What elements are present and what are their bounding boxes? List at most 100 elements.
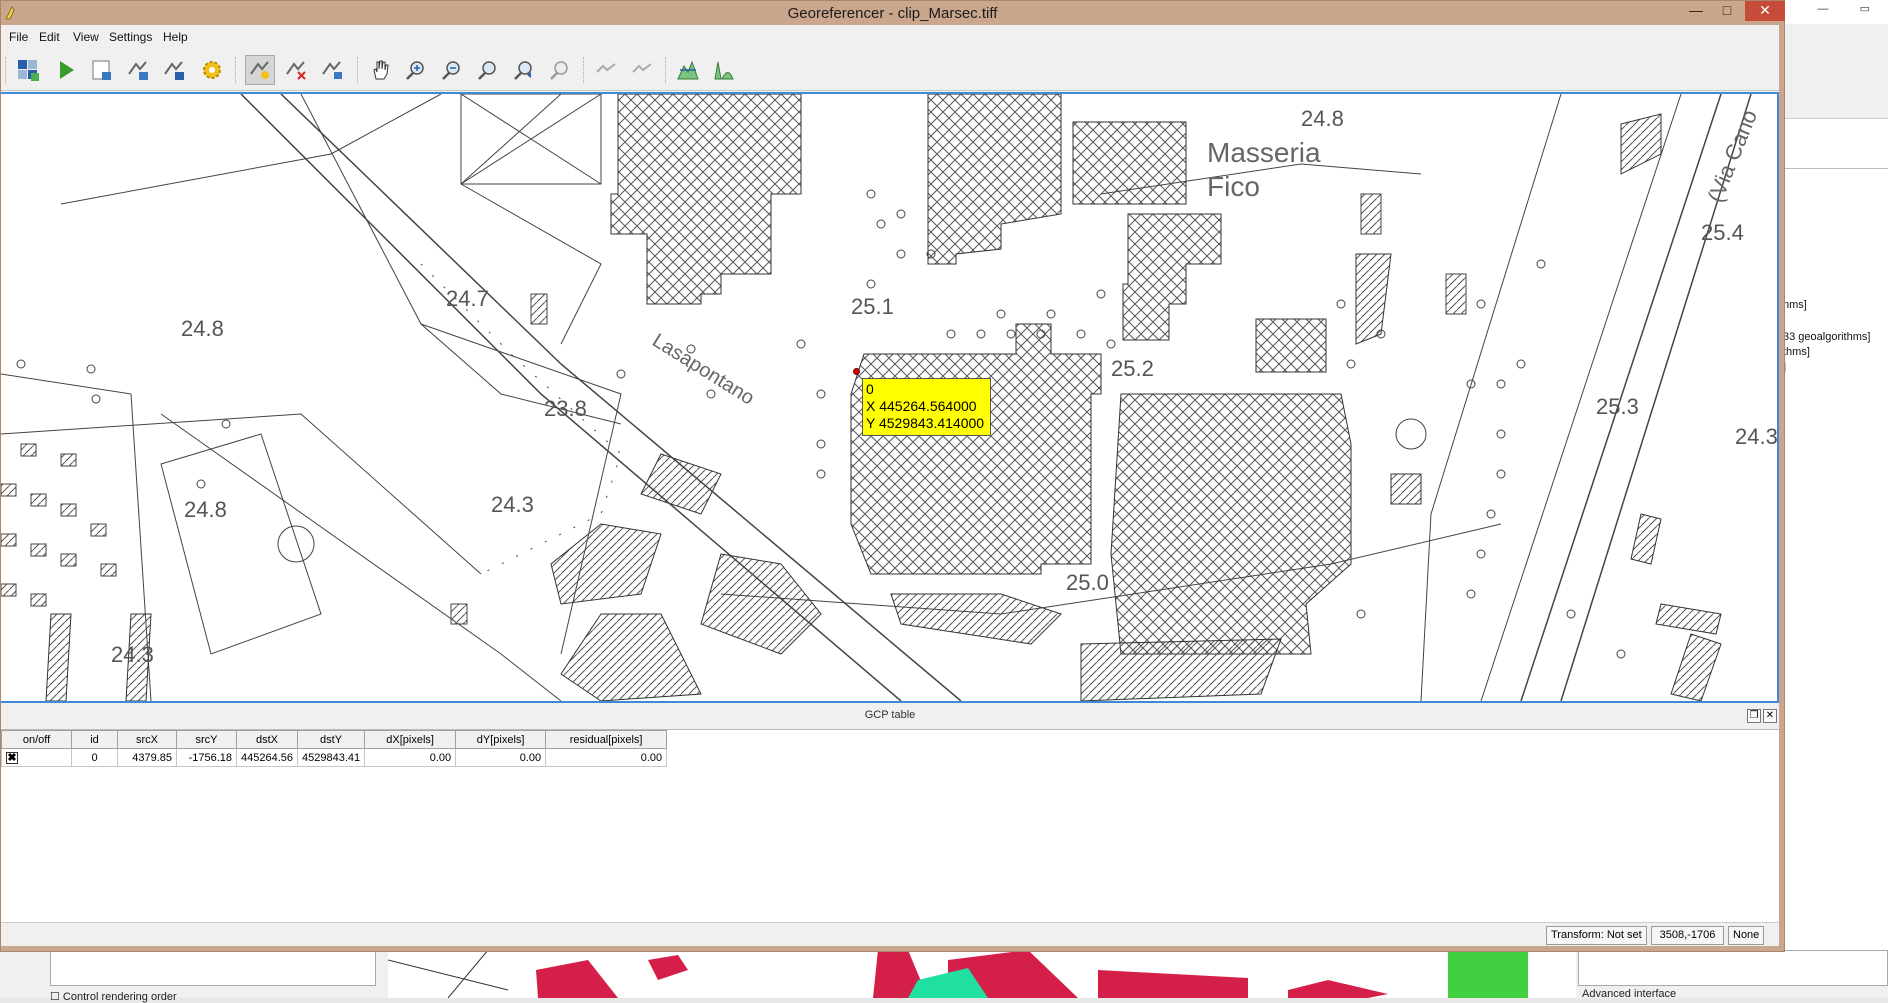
gcp-dsty-cell[interactable]: 4529843.41 bbox=[296, 748, 366, 767]
window-title: Georeferencer - clip_Marsec.tiff bbox=[787, 5, 998, 22]
spot-height-label: 24.8 bbox=[1301, 106, 1344, 131]
building-crosshatch bbox=[927, 94, 1062, 265]
control-rendering-order-label: Control rendering order bbox=[62, 991, 177, 1003]
toolbar-handle[interactable] bbox=[5, 57, 7, 83]
background-processing-tree: nms] 33 geoalgorithms] thms] ] bbox=[1782, 168, 1888, 948]
gcp-srcy-cell[interactable]: -1756.18 bbox=[176, 748, 237, 767]
menu-help[interactable]: Help bbox=[163, 30, 188, 44]
menu-file[interactable]: File bbox=[9, 30, 28, 44]
menu-view[interactable]: View bbox=[73, 30, 99, 44]
column-header-onoff[interactable]: on/off bbox=[1, 730, 72, 749]
building-hatched bbox=[1670, 633, 1722, 701]
spot-height-label: 24.7 bbox=[446, 286, 489, 311]
building-crosshatch bbox=[1110, 393, 1352, 655]
zoom-out-button[interactable] bbox=[437, 55, 467, 85]
coordinate-readout: 3508,-1706 bbox=[1651, 926, 1724, 945]
building-crosshatch bbox=[1255, 318, 1327, 373]
full-histogram-stretch-icon bbox=[677, 60, 699, 80]
column-header-srcy[interactable]: srcY bbox=[176, 730, 237, 749]
background-tree-line[interactable]: 33 geoalgorithms] bbox=[1783, 331, 1870, 343]
background-red-parcel bbox=[648, 955, 688, 980]
generate-gdal-script-button[interactable] bbox=[87, 55, 117, 85]
roundabout-circle bbox=[1395, 418, 1427, 450]
background-red-parcel bbox=[536, 960, 618, 998]
gcp-srcx-cell[interactable]: 4379.85 bbox=[117, 748, 177, 767]
gcp-enabled-checkbox[interactable]: ✖ bbox=[6, 751, 18, 764]
gcp-dstx-cell[interactable]: 445264.56 bbox=[236, 748, 298, 767]
link-georeferencer-to-qgis-button[interactable] bbox=[591, 55, 621, 85]
open-raster-icon bbox=[18, 60, 39, 81]
building-hatched bbox=[700, 553, 822, 655]
building-hatched bbox=[45, 613, 72, 701]
add-point-icon bbox=[250, 61, 269, 79]
gcp-residual-cell[interactable]: 0.00 bbox=[545, 748, 668, 767]
background-right-titlebar: — ▭ bbox=[1782, 0, 1888, 22]
zoom-last-icon bbox=[514, 61, 532, 80]
save-gcp-points-button[interactable] bbox=[159, 55, 189, 85]
load-gcp-points-icon bbox=[128, 61, 148, 80]
open-raster-button[interactable] bbox=[13, 55, 43, 85]
column-header-dy[interactable]: dY[pixels] bbox=[455, 730, 547, 749]
pan-button[interactable] bbox=[365, 55, 395, 85]
background-map-canvas[interactable] bbox=[388, 950, 1576, 998]
background-window-controls[interactable]: — ▭ bbox=[1818, 2, 1884, 15]
zoom-next-button[interactable] bbox=[545, 55, 575, 85]
sports-field bbox=[160, 433, 322, 655]
table-row[interactable]: ✖ 0 4379.85 -1756.18 445264.56 4529843.4… bbox=[1, 748, 668, 767]
gcp-id-cell[interactable]: 0 bbox=[71, 748, 118, 767]
spot-height-label: 25.1 bbox=[851, 294, 894, 319]
delete-point-button[interactable] bbox=[281, 55, 311, 85]
close-button[interactable]: ✕ bbox=[1745, 1, 1785, 21]
control-rendering-order-checkbox[interactable]: ☐ Control rendering order bbox=[50, 990, 177, 1003]
road-line bbox=[160, 413, 562, 701]
toolbar-separator bbox=[357, 57, 359, 83]
background-tree-line[interactable]: nms] bbox=[1783, 299, 1807, 311]
column-header-residual[interactable]: residual[pixels] bbox=[545, 730, 668, 749]
field-circle bbox=[277, 525, 315, 563]
gcp-enabled-cell[interactable]: ✖ bbox=[1, 748, 72, 767]
menu-edit[interactable]: Edit bbox=[39, 30, 60, 44]
gcp-dock-header[interactable]: GCP table ❐ ✕ bbox=[1, 706, 1779, 726]
move-gcp-point-icon bbox=[322, 61, 342, 79]
place-label: Fico bbox=[1207, 171, 1260, 202]
parcel-line bbox=[60, 94, 442, 205]
crs-button[interactable]: None bbox=[1728, 926, 1764, 945]
transform-status: Transform: Not set bbox=[1546, 926, 1647, 945]
gcp-dx-cell[interactable]: 0.00 bbox=[364, 748, 457, 767]
georeferencer-map-canvas[interactable]: 24.8 25.1 24.7 24.8 23.8 25.2 24.8 24.3 … bbox=[1, 92, 1779, 703]
full-histogram-stretch-button[interactable] bbox=[673, 55, 703, 85]
column-header-dx[interactable]: dX[pixels] bbox=[364, 730, 457, 749]
advanced-interface-button[interactable]: Advanced interface bbox=[1582, 988, 1676, 1000]
column-header-dstx[interactable]: dstX bbox=[236, 730, 298, 749]
background-right-toolbar bbox=[1782, 24, 1888, 119]
gcp-point-marker[interactable] bbox=[853, 368, 860, 375]
dock-close-button[interactable]: ✕ bbox=[1763, 709, 1777, 723]
transformation-settings-button[interactable] bbox=[197, 55, 227, 85]
minimize-button[interactable]: — bbox=[1681, 1, 1711, 21]
spot-height-label: 24.8 bbox=[181, 316, 224, 341]
add-point-button[interactable] bbox=[245, 55, 275, 85]
background-tree-line[interactable]: thms] bbox=[1783, 346, 1810, 358]
move-gcp-point-button[interactable] bbox=[317, 55, 347, 85]
gcp-dy-cell[interactable]: 0.00 bbox=[455, 748, 547, 767]
local-histogram-stretch-icon bbox=[714, 61, 734, 80]
column-header-dsty[interactable]: dstY bbox=[296, 730, 366, 749]
dock-float-button[interactable]: ❐ bbox=[1747, 709, 1761, 723]
spot-height-label: 25.2 bbox=[1111, 356, 1154, 381]
column-header-id[interactable]: id bbox=[71, 730, 118, 749]
local-histogram-stretch-button[interactable] bbox=[709, 55, 739, 85]
zoom-to-layer-button[interactable] bbox=[473, 55, 503, 85]
building-hatched bbox=[1080, 638, 1282, 701]
load-gcp-points-button[interactable] bbox=[123, 55, 153, 85]
zoom-in-icon bbox=[406, 61, 424, 80]
zoom-in-button[interactable] bbox=[401, 55, 431, 85]
link-qgis-to-georeferencer-button[interactable] bbox=[627, 55, 657, 85]
maximize-button[interactable]: □ bbox=[1711, 1, 1743, 21]
zoom-last-button[interactable] bbox=[509, 55, 539, 85]
column-header-srcx[interactable]: srcX bbox=[117, 730, 177, 749]
background-road-line bbox=[447, 950, 489, 998]
window-titlebar[interactable]: Georeferencer - clip_Marsec.tiff — □ ✕ bbox=[1, 1, 1785, 25]
menu-settings[interactable]: Settings bbox=[109, 30, 152, 44]
start-georeferencing-button[interactable] bbox=[51, 55, 81, 85]
background-red-parcel bbox=[1098, 970, 1248, 998]
